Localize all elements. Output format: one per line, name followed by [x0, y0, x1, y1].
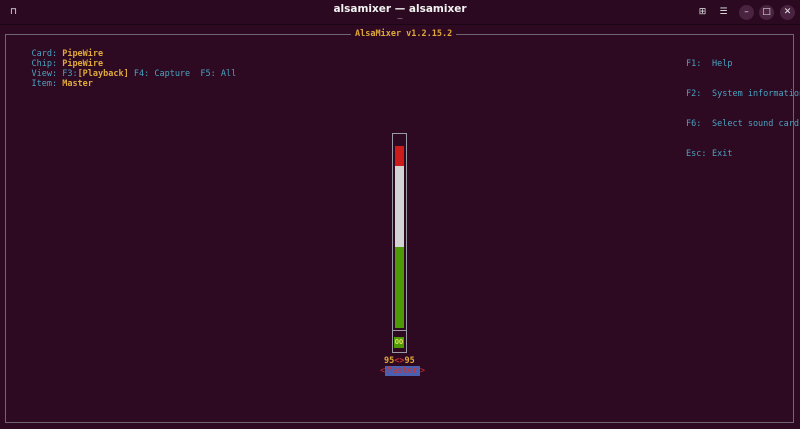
control-name-tag[interactable]: < Master > [380, 366, 425, 377]
key-row-exit[interactable]: Esc: Exit [686, 149, 800, 159]
key-desc: System information [712, 89, 800, 99]
minimize-button[interactable]: – [739, 5, 754, 20]
volume-right: 95 [404, 356, 415, 366]
slider-separator [392, 330, 407, 331]
key-label: Esc: [686, 149, 707, 159]
view-all[interactable]: F5: All [200, 69, 236, 79]
item-value: Master [62, 79, 93, 89]
item-label: Item: [31, 79, 58, 89]
volume-readout: 95<>95 [384, 356, 415, 366]
volume-bar-green [395, 247, 404, 328]
grid-view-icon[interactable]: ⊞ [695, 5, 710, 20]
key-help: F1: Help F2: System information F6: Select … [686, 39, 800, 179]
key-desc: Help [712, 59, 733, 69]
key-row-select-card[interactable]: F6: Select sound card [686, 119, 800, 129]
key-desc: Exit [712, 149, 733, 159]
key-label: F1: [686, 59, 702, 69]
volume-bar-red [395, 146, 404, 166]
volume-arrows: <> [394, 356, 405, 366]
maximize-button[interactable]: □ [759, 5, 774, 20]
volume-left: 95 [384, 356, 395, 366]
view-capture[interactable]: F4: Capture [134, 69, 190, 79]
mixer-title: AlsaMixer v1.2.15.2 [351, 29, 457, 39]
item-info: Item: Master [11, 69, 93, 99]
volume-slider[interactable] [392, 133, 407, 353]
title-bar: ⊓ alsamixer — alsamixer ~ ⊞ ☰ – □ ✕ [0, 0, 800, 25]
key-row-help[interactable]: F1: Help [686, 59, 800, 69]
close-button[interactable]: ✕ [780, 5, 795, 20]
window-subtitle: ~ [396, 14, 404, 23]
key-row-sysinfo[interactable]: F2: System information [686, 89, 800, 99]
volume-bar-white [395, 166, 404, 247]
menu-icon[interactable]: ☰ [716, 5, 731, 20]
mute-toggle[interactable]: OO [394, 337, 404, 348]
key-desc: Select sound card [712, 119, 799, 129]
key-label: F2: [686, 89, 702, 99]
control-name: Master [385, 366, 420, 376]
right-bracket: > [419, 366, 425, 376]
key-label: F6: [686, 119, 702, 129]
